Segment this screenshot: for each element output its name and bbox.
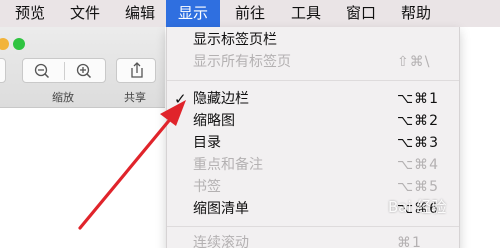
- menu-item-highlights-notes: 重点和备注 ⌥⌘4: [167, 154, 459, 176]
- menu-go[interactable]: 前往: [228, 0, 272, 27]
- menu-item-hide-sidebar[interactable]: ✓ 隐藏边栏 ⌥⌘1: [167, 88, 459, 110]
- menu-item-shortcut: ⌥⌘3: [397, 135, 440, 151]
- menu-item-label: 重点和备注: [193, 157, 263, 173]
- menu-separator: [167, 80, 459, 81]
- menu-item-table-of-contents[interactable]: 目录 ⌥⌘3: [167, 132, 459, 154]
- menu-item-show-all-tabs: 显示所有标签页 ⇧⌘\: [167, 51, 459, 73]
- watermark-logo: Bai 经验: [388, 198, 447, 216]
- zoom-button-group: [22, 58, 106, 83]
- zoom-out-button[interactable]: [23, 60, 63, 82]
- menu-help[interactable]: 帮助: [394, 0, 438, 27]
- zoom-out-icon: [34, 63, 50, 79]
- menu-item-shortcut: ⌥⌘5: [397, 179, 440, 195]
- menu-item-shortcut: ⌥⌘2: [397, 113, 440, 129]
- zoom-label: 缩放: [52, 91, 74, 104]
- menu-item-continuous-scroll: 连续滚动 ⌘1: [167, 232, 459, 248]
- zoom-in-icon: [76, 63, 92, 79]
- menu-item-label: 连续滚动: [193, 235, 249, 248]
- window-toolbar: 缩放 共享: [0, 27, 165, 108]
- menu-view[interactable]: 显示: [166, 0, 220, 27]
- menu-item-show-tab-bar[interactable]: 显示标签页栏: [167, 29, 459, 51]
- menu-bar: 预览 文件 编辑 显示 前往 工具 窗口 帮助: [0, 0, 500, 27]
- menu-item-shortcut: ⇧⌘\: [397, 54, 431, 70]
- menu-item-thumbnails[interactable]: 缩略图 ⌥⌘2: [167, 110, 459, 132]
- menu-item-shortcut: ⌥⌘1: [397, 91, 440, 107]
- menu-item-label: 显示所有标签页: [193, 54, 291, 70]
- fullscreen-button[interactable]: [13, 38, 25, 50]
- menu-item-label: 隐藏边栏: [193, 91, 249, 107]
- share-icon: [131, 62, 143, 78]
- share-button[interactable]: [116, 58, 156, 83]
- menu-preview[interactable]: 预览: [8, 0, 52, 27]
- menu-tools[interactable]: 工具: [284, 0, 328, 27]
- zoom-in-button[interactable]: [65, 60, 105, 82]
- share-label: 共享: [124, 91, 146, 104]
- minimize-button[interactable]: [0, 38, 9, 50]
- sidebar-toggle-button[interactable]: [0, 58, 6, 83]
- menu-item-label: 显示标签页栏: [193, 32, 277, 48]
- menu-item-bookmarks: 书签 ⌥⌘5: [167, 176, 459, 198]
- menu-window[interactable]: 窗口: [339, 0, 383, 27]
- menu-edit[interactable]: 编辑: [118, 0, 162, 27]
- menu-item-shortcut: ⌥⌘4: [397, 157, 440, 173]
- menu-file[interactable]: 文件: [63, 0, 107, 27]
- menu-item-label: 缩略图: [193, 113, 235, 129]
- checkmark-icon: ✓: [174, 90, 187, 108]
- menu-item-shortcut: ⌘1: [397, 235, 422, 248]
- menu-item-label: 书签: [193, 179, 221, 195]
- menu-separator: [167, 226, 459, 227]
- menu-item-label: 目录: [193, 135, 221, 151]
- menu-item-label: 缩图清单: [193, 201, 249, 217]
